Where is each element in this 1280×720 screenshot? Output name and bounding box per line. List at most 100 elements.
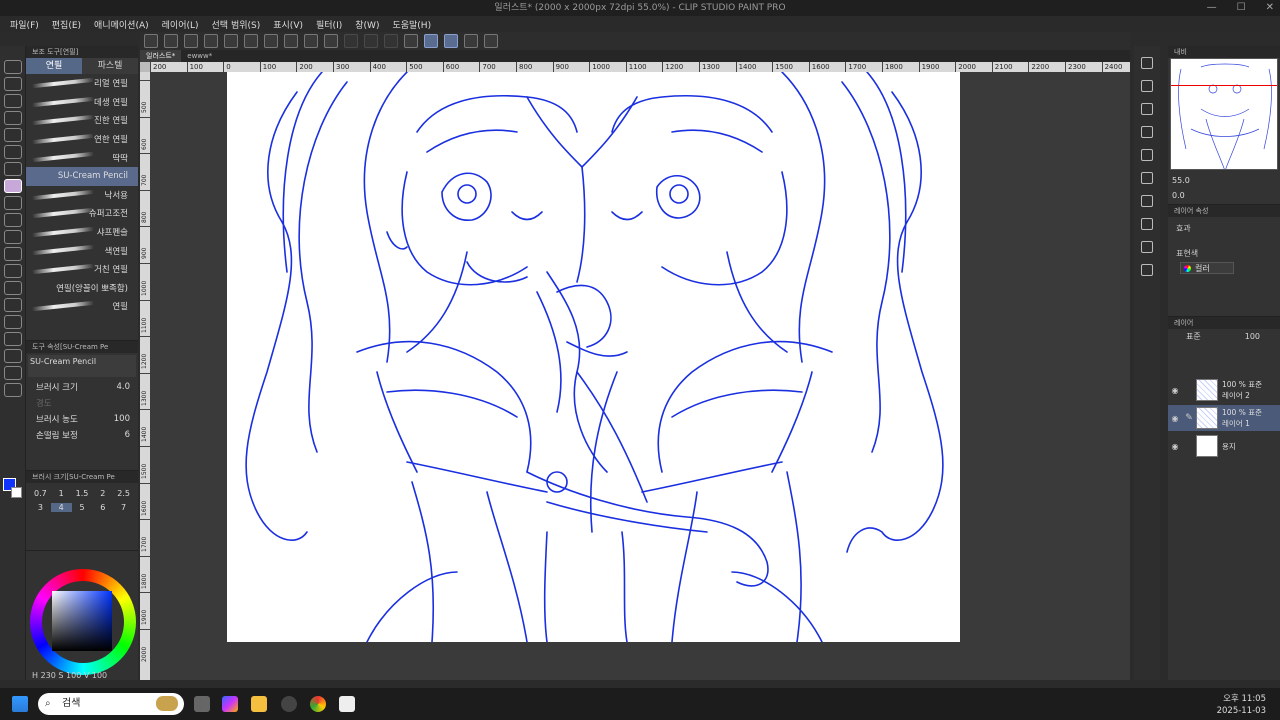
brush-item[interactable]: 딱딱	[26, 148, 138, 167]
task-view-icon[interactable]	[194, 696, 210, 712]
tab-pencil[interactable]: 연필	[26, 58, 82, 74]
hue-ring[interactable]	[30, 569, 136, 675]
new-file-icon[interactable]	[164, 34, 178, 48]
menu-filter[interactable]: 필터(I)	[316, 18, 342, 31]
windows-start-icon[interactable]	[12, 696, 28, 712]
brush-item[interactable]: 데생 연필	[26, 93, 138, 112]
size-preset[interactable]: 0.7	[30, 489, 51, 498]
size-preset[interactable]: 6	[92, 503, 113, 512]
brush-density-row[interactable]: 브러시 농도 100	[26, 411, 138, 427]
menu-view[interactable]: 표시(V)	[273, 18, 303, 31]
palette-7-icon[interactable]	[1141, 218, 1153, 230]
text-tool-icon[interactable]	[3, 349, 22, 363]
export-icon[interactable]	[224, 34, 238, 48]
menu-layer[interactable]: 레이어(L)	[162, 18, 199, 31]
brush-item[interactable]: 낙서용	[26, 186, 138, 205]
menu-window[interactable]: 창(W)	[355, 18, 379, 31]
snap-grid-icon[interactable]	[444, 34, 458, 48]
rotation-readout[interactable]: 0.0	[1172, 191, 1185, 200]
move-layer-tool-icon[interactable]	[3, 128, 22, 142]
brush-item[interactable]: 진한 연필	[26, 111, 138, 130]
rotate-tool-icon[interactable]	[3, 77, 22, 91]
zoom-readout[interactable]: 55.0	[1172, 176, 1190, 185]
chrome-icon[interactable]	[310, 696, 326, 712]
size-preset[interactable]: 3	[30, 503, 51, 512]
menu-edit[interactable]: 편집(E)	[52, 18, 81, 31]
saturation-value-square[interactable]	[52, 591, 112, 651]
document-tab-ewww[interactable]: ewww*	[181, 50, 218, 62]
taskbar-search-input[interactable]: ⌕ 검색	[38, 693, 184, 715]
gradient-tool-icon[interactable]	[3, 281, 22, 295]
drawing-paper[interactable]	[227, 72, 960, 642]
palette-1-icon[interactable]	[1141, 80, 1153, 92]
brush-item[interactable]: 샤프펜슬	[26, 223, 138, 242]
menu-help[interactable]: 도움말(H)	[392, 18, 431, 31]
transform-icon[interactable]	[324, 34, 338, 48]
size-preset[interactable]: 2.5	[113, 489, 134, 498]
selection-tool-3-icon[interactable]	[384, 34, 398, 48]
stabilization-value[interactable]: 6	[125, 430, 130, 440]
background-color-swatch[interactable]	[11, 487, 22, 498]
layer-row-paper[interactable]: ◉ 용지	[1168, 433, 1280, 459]
redo-icon[interactable]	[264, 34, 278, 48]
ruler-tool-icon[interactable]	[3, 315, 22, 329]
palette-4-icon[interactable]	[1141, 149, 1153, 161]
eye-icon[interactable]: ◉	[1168, 442, 1182, 451]
size-preset[interactable]: 1	[51, 489, 72, 498]
fill-tool-icon[interactable]	[3, 264, 22, 278]
hardness-row[interactable]: 경도	[26, 395, 138, 411]
frame-tool-icon[interactable]	[3, 298, 22, 312]
snap-special-ruler-icon[interactable]	[424, 34, 438, 48]
menu-selection[interactable]: 선택 범위(S)	[212, 18, 261, 31]
minimize-icon[interactable]: —	[1207, 0, 1217, 16]
undo-icon[interactable]	[244, 34, 258, 48]
search-icon[interactable]	[1141, 57, 1153, 69]
brush-item[interactable]: 리얼 연필	[26, 74, 138, 93]
brush-item-selected[interactable]: SU-Cream Pencil	[26, 166, 138, 186]
openai-app-icon[interactable]	[281, 696, 297, 712]
palette-6-icon[interactable]	[1141, 195, 1153, 207]
palette-8-icon[interactable]	[1141, 241, 1153, 253]
pencil-tool-icon[interactable]	[3, 179, 22, 193]
size-preset-selected[interactable]: 4	[50, 503, 72, 512]
airbrush-tool-icon[interactable]	[3, 230, 22, 244]
brush-item[interactable]: 색연필	[26, 241, 138, 260]
balloon-tool-icon[interactable]	[3, 366, 22, 380]
correct-line-tool-icon[interactable]	[3, 383, 22, 397]
brush-item[interactable]: 슈퍼고조전	[26, 204, 138, 223]
maximize-icon[interactable]: ☐	[1237, 0, 1246, 16]
open-file-icon[interactable]	[184, 34, 198, 48]
copilot-icon[interactable]	[222, 696, 238, 712]
figure-tool-icon[interactable]	[3, 332, 22, 346]
snap-ruler-icon[interactable]	[404, 34, 418, 48]
layer-row-active[interactable]: ◉ ✎ 100 % 표준 레이어 1	[1168, 405, 1280, 431]
smartphone-icon[interactable]	[464, 34, 478, 48]
brush-density-value[interactable]: 100	[114, 414, 130, 424]
size-preset[interactable]: 2	[92, 489, 113, 498]
eyedropper-tool-icon[interactable]	[3, 162, 22, 176]
brush-size-row[interactable]: 브러시 크기 4.0	[26, 379, 138, 395]
file-explorer-icon[interactable]	[251, 696, 267, 712]
eraser-tool-icon[interactable]	[3, 247, 22, 261]
menu-file[interactable]: 파일(F)	[10, 18, 39, 31]
fill-icon[interactable]	[304, 34, 318, 48]
palette-2-icon[interactable]	[1141, 103, 1153, 115]
system-clock[interactable]: 오후 11:05 2025-11-03	[1217, 693, 1266, 717]
zoom-tool-icon[interactable]	[3, 60, 22, 74]
tab-pastel[interactable]: 파스텔	[82, 58, 138, 74]
close-icon[interactable]: ✕	[1266, 0, 1274, 16]
navigator-thumbnail[interactable]	[1170, 58, 1278, 170]
operation-tool-icon[interactable]	[3, 111, 22, 125]
size-preset[interactable]: 5	[72, 503, 93, 512]
expression-color-select[interactable]: 컬러	[1180, 262, 1234, 274]
eye-icon[interactable]: ◉	[1168, 386, 1182, 395]
clip-studio-icon[interactable]	[339, 696, 355, 712]
brush-item[interactable]: 거친 연필	[26, 260, 138, 279]
menu-animation[interactable]: 애니메이션(A)	[94, 18, 149, 31]
layer-opacity-value[interactable]: 100	[1245, 332, 1260, 341]
stabilization-row[interactable]: 손떨림 보정 6	[26, 427, 138, 443]
size-preset[interactable]: 1.5	[72, 489, 93, 498]
brush-tool-icon[interactable]	[3, 213, 22, 227]
palette-5-icon[interactable]	[1141, 172, 1153, 184]
layer-row[interactable]: ◉ 100 % 표준 레이어 2	[1168, 377, 1280, 403]
